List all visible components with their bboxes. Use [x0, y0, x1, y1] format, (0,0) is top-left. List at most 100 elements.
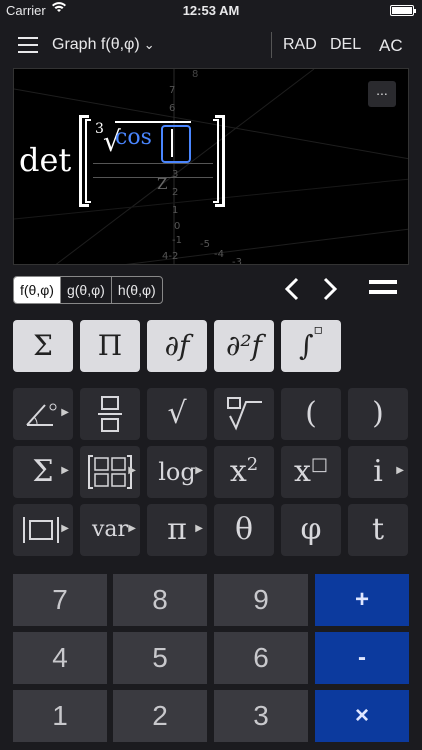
digit-2-button[interactable]: 2	[113, 690, 207, 742]
expand-arrow-icon: ▶	[128, 465, 136, 476]
function-tabs: f(θ,φ) g(θ,φ) h(θ,φ)	[13, 276, 163, 304]
imaginary-button[interactable]: i ▶	[348, 446, 408, 498]
angle-button[interactable]: ▶	[13, 388, 73, 440]
svg-text:8: 8	[192, 69, 198, 80]
graph-mode-label: Graph f(θ,φ)	[52, 36, 140, 53]
det-label: det	[19, 141, 72, 179]
theta-button[interactable]: θ	[214, 504, 274, 556]
digit-1-button[interactable]: 1	[13, 690, 107, 742]
digit-5-button[interactable]: 5	[113, 632, 207, 684]
expand-arrow-icon: ▶	[195, 523, 203, 534]
nth-root-icon	[227, 397, 262, 431]
exponent-2: 2	[246, 454, 259, 475]
cos-function: cos	[115, 125, 152, 150]
product-button[interactable]: Π	[80, 320, 140, 372]
toolbar: Graph f(θ,φ) ⌄ RAD DEL AC	[0, 28, 422, 62]
open-paren-button[interactable]: (	[281, 388, 341, 440]
root-bar	[115, 121, 191, 123]
matrix-bracket-left-inner	[85, 119, 91, 203]
power-button[interactable]: x□	[281, 446, 341, 498]
nth-root-button[interactable]	[214, 388, 274, 440]
z-axis-label: Z	[157, 175, 168, 193]
square-button[interactable]: x2	[214, 446, 274, 498]
tab-h[interactable]: h(θ,φ)	[112, 277, 162, 303]
imaginary-i: i	[373, 454, 383, 489]
toolbar-divider	[271, 32, 272, 58]
absolute-value-button[interactable]: ▶	[13, 504, 73, 556]
tab-f[interactable]: f(θ,φ)	[14, 277, 61, 303]
second-partial-derivative-button[interactable]: ∂²f	[214, 320, 274, 372]
digit-4-button[interactable]: 4	[13, 632, 107, 684]
chevron-left-icon[interactable]	[280, 274, 304, 304]
expand-arrow-icon: ▶	[61, 407, 69, 418]
close-paren-button[interactable]: )	[348, 388, 408, 440]
math-expression[interactable]: det 3 √ cos Z	[19, 115, 239, 215]
box-icon: ▫	[313, 322, 324, 338]
tab-g[interactable]: g(θ,φ)	[61, 277, 112, 303]
expand-arrow-icon: ▶	[396, 465, 404, 476]
digit-7-button[interactable]: 7	[13, 574, 107, 626]
expand-arrow-icon: ▶	[195, 465, 203, 476]
digit-6-button[interactable]: 6	[214, 632, 308, 684]
svg-text:-1: -1	[172, 235, 182, 246]
sum-symbol: Σ	[32, 454, 54, 489]
svg-text:0: 0	[174, 221, 180, 232]
all-clear-button[interactable]: AC	[379, 36, 403, 56]
expand-arrow-icon: ▶	[61, 523, 69, 534]
digit-9-button[interactable]: 9	[214, 574, 308, 626]
menu-icon[interactable]	[18, 37, 38, 53]
equals-button[interactable]	[369, 280, 397, 300]
battery-icon	[390, 5, 416, 16]
svg-text:7: 7	[169, 85, 175, 96]
log-label: log	[158, 458, 196, 486]
fraction-button[interactable]	[80, 388, 140, 440]
plus-button[interactable]: +	[315, 574, 409, 626]
square-root-button[interactable]: √	[147, 388, 207, 440]
integral-symbol: ∫	[298, 329, 314, 362]
phi-button[interactable]: φ	[281, 504, 341, 556]
absolute-value-icon	[23, 517, 59, 543]
svg-text:-4: -4	[214, 249, 224, 260]
pi-button[interactable]: π ▶	[147, 504, 207, 556]
var-label: var	[91, 517, 129, 542]
angle-icon	[26, 403, 57, 426]
delete-button[interactable]: DEL	[330, 36, 361, 54]
text-cursor	[171, 129, 173, 157]
matrix-icon	[88, 455, 132, 489]
variable-button[interactable]: var ▶	[80, 504, 140, 556]
matrix-row-line	[93, 177, 213, 178]
partial-derivative-button[interactable]: ∂f	[147, 320, 207, 372]
graph-mode-selector[interactable]: Graph f(θ,φ) ⌄	[52, 36, 155, 54]
chevron-down-icon: ⌄	[143, 37, 155, 52]
log-button[interactable]: log ▶	[147, 446, 207, 498]
rad-button[interactable]: RAD	[283, 36, 317, 54]
svg-text:-3: -3	[232, 257, 242, 265]
minus-button[interactable]: -	[315, 632, 409, 684]
fraction-icon	[98, 396, 122, 432]
argument-placeholder[interactable]	[161, 125, 191, 163]
chevron-right-icon[interactable]	[318, 274, 342, 304]
matrix-bracket-right	[215, 115, 225, 207]
svg-text:6: 6	[169, 103, 175, 114]
summation-button[interactable]: Σ	[13, 320, 73, 372]
exponent-box: □	[310, 454, 328, 475]
pi-symbol: π	[167, 512, 187, 547]
graph-canvas[interactable]: 7 6 8 3 2 1 0 -1 4-2 -5 -4 -3 det 3 √ co…	[13, 68, 409, 265]
t-button[interactable]: t	[348, 504, 408, 556]
status-bar: Carrier 12:53 AM	[0, 0, 422, 22]
base-x: x	[294, 454, 311, 489]
status-time: 12:53 AM	[182, 3, 240, 18]
expand-arrow-icon: ▶	[61, 465, 69, 476]
integral-button[interactable]: ∫▫	[281, 320, 341, 372]
matrix-row-line	[93, 163, 213, 164]
matrix-button[interactable]: ▶	[80, 446, 140, 498]
more-options-button[interactable]: ...	[368, 81, 396, 107]
digit-8-button[interactable]: 8	[113, 574, 207, 626]
digit-3-button[interactable]: 3	[214, 690, 308, 742]
expand-arrow-icon: ▶	[128, 523, 136, 534]
svg-text:-5: -5	[200, 239, 210, 250]
sum-button[interactable]: Σ ▶	[13, 446, 73, 498]
multiply-button[interactable]: ×	[315, 690, 409, 742]
base-x: x	[229, 454, 247, 489]
svg-text:4-2: 4-2	[162, 251, 178, 262]
